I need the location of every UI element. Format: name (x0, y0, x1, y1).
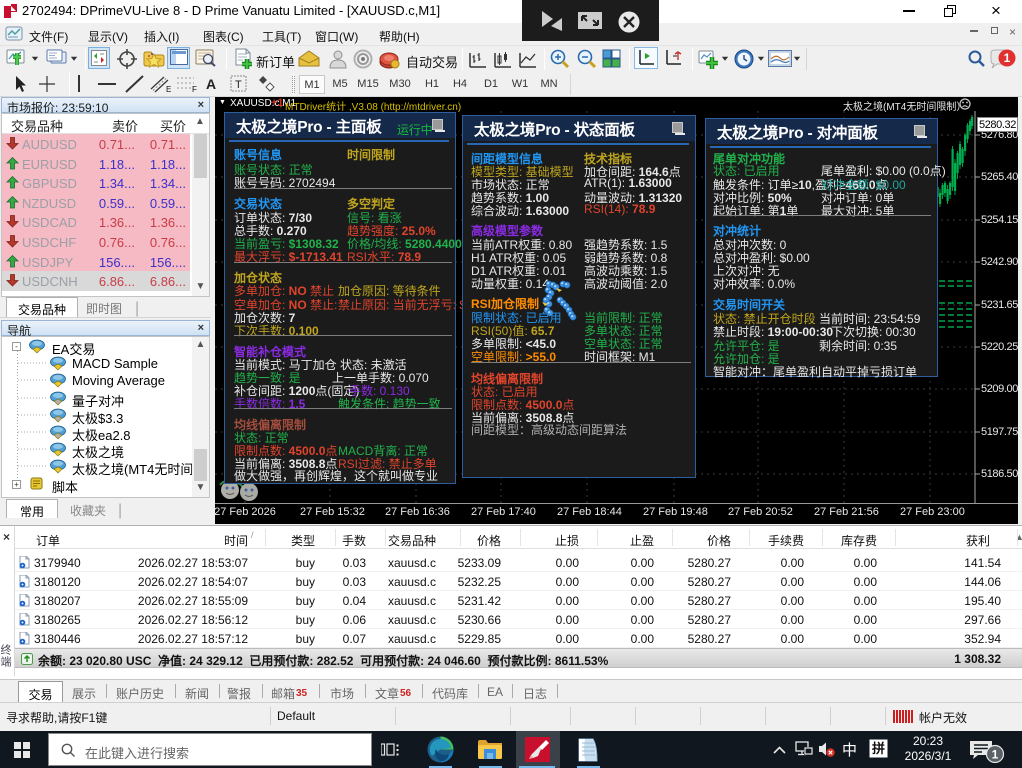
svg-text:拼: 拼 (872, 741, 885, 756)
svg-text:1: 1 (1004, 51, 1011, 65)
svg-text:E: E (166, 85, 171, 93)
svg-text:1: 1 (992, 748, 999, 762)
svg-text:T: T (235, 79, 242, 91)
svg-text:F: F (192, 85, 197, 93)
